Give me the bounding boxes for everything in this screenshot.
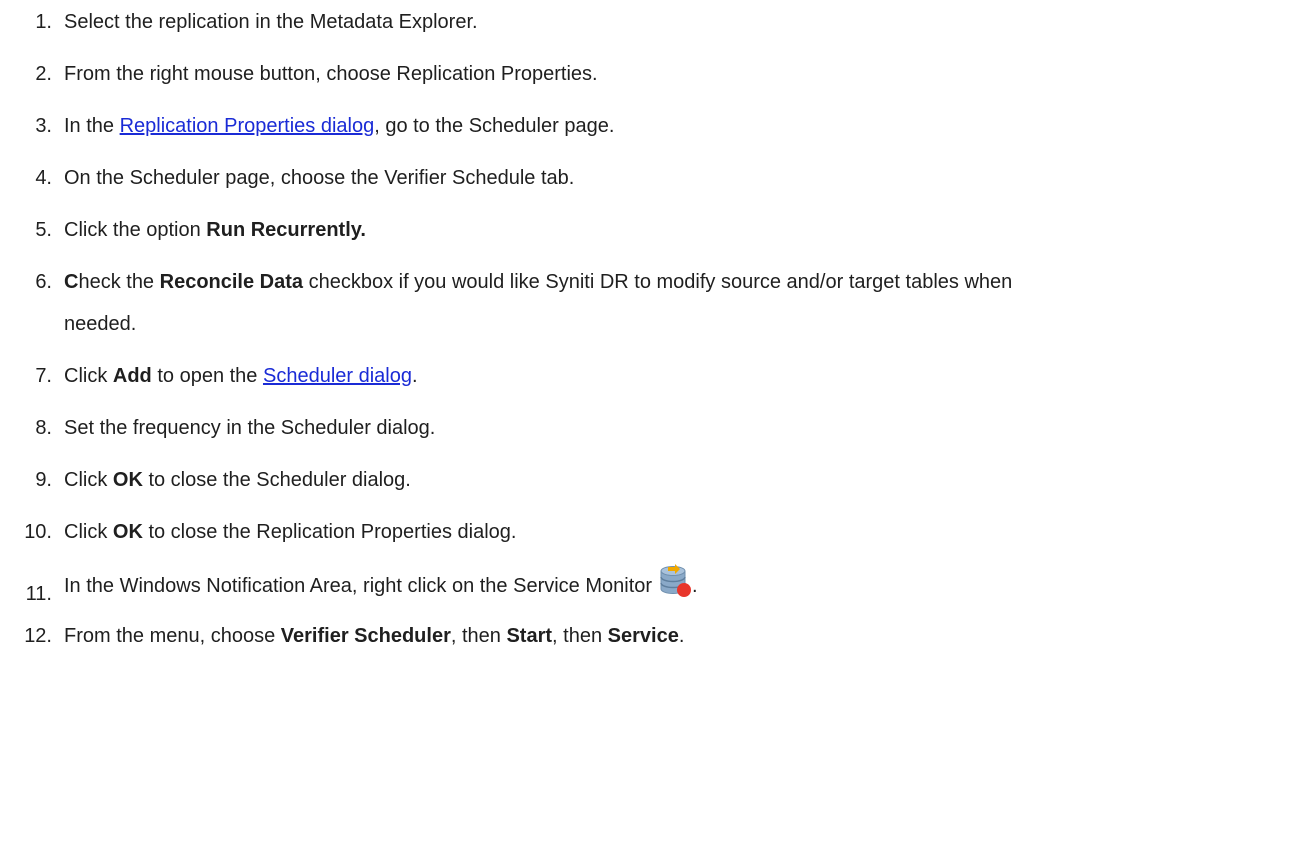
step-text-before: Click bbox=[64, 521, 113, 543]
step-number: 9. bbox=[35, 469, 52, 491]
step-number: 10. bbox=[24, 521, 52, 543]
step-number: 5. bbox=[35, 219, 52, 241]
service-monitor-icon bbox=[658, 564, 692, 598]
step-text-after: . bbox=[678, 625, 685, 647]
step-number: 12. bbox=[24, 625, 52, 647]
step-text: In the Replication Properties dialog, go… bbox=[64, 106, 1289, 146]
step-text-before: Click bbox=[64, 365, 113, 387]
step-text-before: In the Windows Notification Area, right … bbox=[64, 575, 653, 597]
step-text-before: Click the option bbox=[64, 219, 207, 241]
step-number: 7. bbox=[35, 365, 52, 387]
replication-properties-dialog-link[interactable]: Replication Properties dialog bbox=[120, 115, 375, 137]
step-text: needed. bbox=[64, 313, 137, 335]
step-number: 2. bbox=[35, 63, 52, 85]
run-recurrently-label: Run Recurrently. bbox=[206, 219, 366, 241]
service-label: Service bbox=[607, 625, 679, 647]
step-text: Click OK to close the Scheduler dialog. bbox=[64, 460, 1289, 500]
step-text: From the right mouse button, choose Repl… bbox=[64, 63, 598, 85]
step-number: 8. bbox=[35, 417, 52, 439]
step-number: 4. bbox=[35, 167, 52, 189]
step-text-before: In the bbox=[64, 115, 120, 137]
ok-label: OK bbox=[112, 521, 143, 543]
reconcile-data-label: Reconcile Data bbox=[159, 271, 304, 293]
step-text: Click Add to open the Scheduler dialog. bbox=[64, 356, 1289, 396]
step-text: Check the Reconcile Data checkbox if you… bbox=[64, 262, 1289, 302]
step-text: On the Scheduler page, choose the Verifi… bbox=[64, 167, 575, 189]
step-text-bold: C bbox=[64, 271, 79, 293]
verifier-scheduler-label: Verifier Scheduler bbox=[280, 625, 451, 647]
step-text: Set the frequency in the Scheduler dialo… bbox=[64, 417, 436, 439]
ok-label: OK bbox=[112, 469, 143, 491]
step-text: Click the option Run Recurrently. bbox=[64, 210, 1289, 250]
step-number: 11. bbox=[25, 583, 52, 605]
add-label: Add bbox=[112, 365, 152, 387]
step-text-after: , go to the Scheduler page. bbox=[374, 115, 615, 137]
step-text: Select the replication in the Metadata E… bbox=[64, 11, 478, 33]
step-text-mid: to open the bbox=[151, 365, 263, 387]
step-number: 3. bbox=[35, 115, 52, 137]
step-text-mid: heck the bbox=[78, 271, 160, 293]
scheduler-dialog-link[interactable]: Scheduler dialog bbox=[263, 365, 412, 387]
step-text: From the menu, choose Verifier Scheduler… bbox=[64, 616, 1289, 656]
step-text-mid: , then bbox=[552, 625, 608, 647]
step-text-mid: , then bbox=[450, 625, 507, 647]
step-text-after: . bbox=[411, 365, 418, 387]
step-text-before: Click bbox=[64, 469, 113, 491]
step-text-after: to close the Replication Properties dial… bbox=[142, 521, 517, 543]
step-text: In the Windows Notification Area, right … bbox=[64, 564, 1289, 606]
step-text-mid: checkbox if you would like Syniti DR to … bbox=[303, 271, 1013, 293]
step-text-after: . bbox=[692, 575, 698, 597]
step-number: 6. bbox=[35, 271, 52, 293]
step-text-after: to close the Scheduler dialog. bbox=[142, 469, 411, 491]
step-text-before: From the menu, choose bbox=[64, 625, 281, 647]
step-number: 1. bbox=[35, 11, 52, 33]
step-text: Click OK to close the Replication Proper… bbox=[64, 512, 1289, 552]
start-label: Start bbox=[506, 625, 553, 647]
